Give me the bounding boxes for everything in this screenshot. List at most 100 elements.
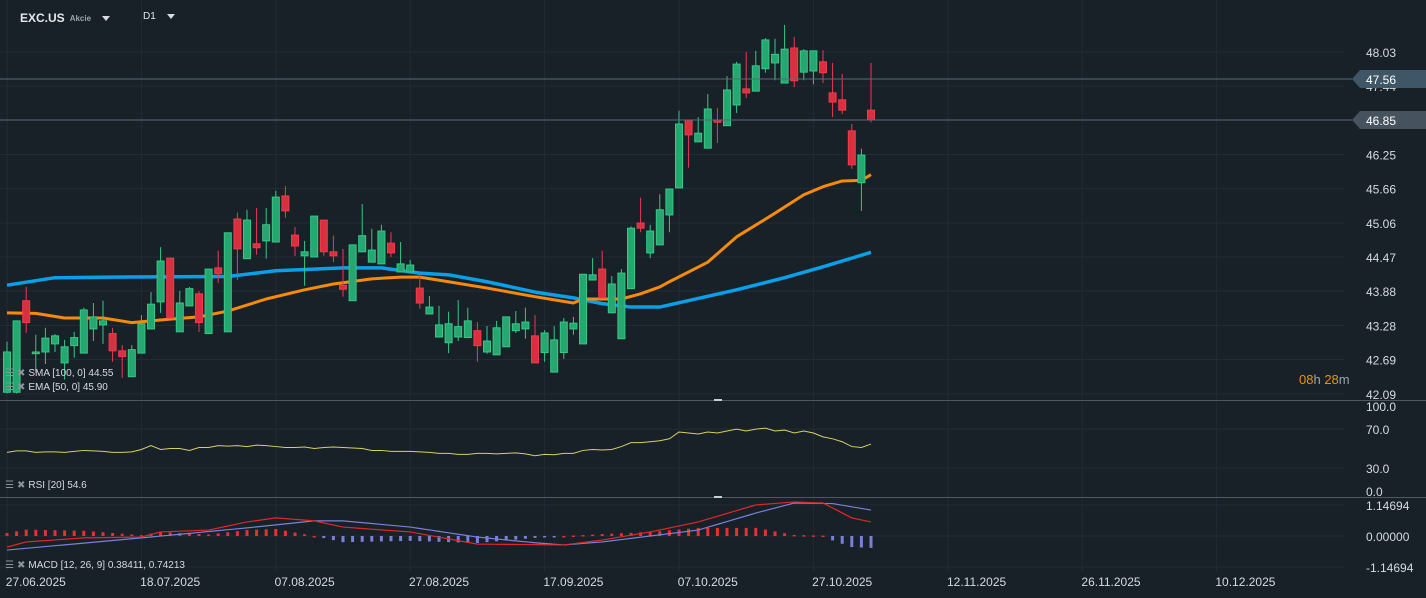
macd-histogram-bar: [552, 536, 556, 538]
ema-50-line: [6, 173, 872, 325]
candle-bearish: [118, 350, 127, 358]
macd-histogram-bar: [600, 534, 604, 536]
rsi-tick-label: 70.0: [1366, 423, 1390, 437]
macd-histogram-bar: [850, 536, 854, 548]
candle-bullish: [675, 123, 683, 189]
price-tick-label: 46.25: [1366, 148, 1396, 162]
candle-bullish: [857, 154, 866, 184]
close-icon[interactable]: ✖: [17, 368, 25, 379]
macd-histogram-bar: [389, 536, 393, 542]
countdown-minutes: 28: [1324, 372, 1339, 387]
candle-bullish: [262, 224, 271, 242]
symbol-selector[interactable]: EXC.US Akcie: [20, 11, 111, 25]
macd-histogram-bar: [821, 535, 825, 538]
rsi-tick-label: 0.0: [1366, 485, 1383, 499]
macd-histogram-bar: [34, 529, 38, 536]
macd-histogram-bar: [754, 527, 758, 536]
candle-bearish: [233, 218, 242, 250]
rsi-tick-label: 100.0: [1366, 400, 1396, 414]
legend-sma-text: SMA [100, 0] 44.55: [28, 368, 114, 379]
symbol-name: EXC.US: [20, 11, 65, 25]
candle-bullish: [732, 63, 741, 106]
candle-bullish: [358, 235, 367, 253]
candle-bullish: [655, 209, 664, 246]
close-icon[interactable]: ✖: [17, 382, 25, 393]
date-tick-label: 07.10.2025: [678, 575, 738, 589]
candle-bullish: [60, 346, 69, 364]
macd-histogram-bar: [735, 527, 739, 536]
macd-histogram-bar: [111, 532, 115, 536]
candle-bullish: [367, 249, 376, 263]
close-icon[interactable]: ✖: [17, 560, 25, 571]
candle-bullish: [300, 251, 309, 257]
candle-bullish: [483, 340, 491, 353]
candle-bearish: [684, 119, 693, 136]
macd-histogram-bar: [869, 536, 873, 548]
price-marker-label: 47.56: [1366, 73, 1396, 87]
candle-bullish: [559, 321, 568, 354]
candle-bullish: [377, 230, 386, 265]
candle-bullish: [771, 53, 779, 64]
candle-bullish: [588, 274, 597, 281]
macd-histogram-bar: [293, 532, 297, 536]
macd-histogram-bar: [283, 530, 287, 536]
price-tick-label: 43.28: [1366, 319, 1396, 333]
candle-bullish: [627, 227, 635, 290]
legend-ema-text: EMA [50, 0] 45.90: [28, 382, 108, 393]
candle-bullish: [694, 132, 703, 143]
candle-bullish: [751, 65, 760, 92]
macd-histogram-bar: [399, 536, 403, 542]
candle-bearish: [291, 234, 299, 247]
macd-histogram-bar: [370, 536, 374, 542]
panel-resize-handle[interactable]: [714, 496, 722, 498]
settings-menu-icon[interactable]: ☰: [5, 480, 14, 491]
chart-canvas[interactable]: 48.0347.4446.2545.6645.0644.4743.8843.28…: [0, 0, 1426, 598]
macd-histogram-bar: [591, 534, 595, 537]
candle-bearish: [415, 287, 424, 304]
candle-bullish: [175, 302, 184, 333]
candle-bullish: [607, 283, 616, 314]
legend-rsi-text: RSI [20] 54.6: [28, 480, 87, 491]
macd-histogram-bar: [207, 534, 211, 537]
countdown-minutes-unit: m: [1338, 372, 1350, 387]
candle-bearish: [636, 222, 645, 229]
macd-histogram-bar: [773, 531, 777, 536]
candle-bullish: [617, 272, 626, 340]
date-tick-label: 26.11.2025: [1081, 575, 1140, 589]
macd-histogram-bar: [226, 532, 230, 536]
candle-bearish: [319, 219, 328, 253]
panel-resize-handle[interactable]: [714, 399, 722, 401]
candle-bearish: [598, 268, 607, 299]
candle-bullish: [761, 39, 770, 70]
candle-bullish: [454, 326, 463, 338]
countdown-hours: 08: [1299, 372, 1314, 387]
candle-bullish: [156, 260, 165, 303]
macd-histogram-bar: [706, 527, 710, 536]
candle-bearish: [329, 251, 338, 257]
candle-bullish: [41, 337, 50, 353]
price-tick-label: 42.69: [1366, 353, 1396, 367]
macd-histogram-bar: [53, 530, 57, 536]
macd-histogram-bar: [255, 529, 259, 536]
candle-bullish: [665, 188, 674, 216]
legend-macd-text: MACD [12, 26, 9] 0.38411, 0.74213: [28, 560, 185, 571]
macd-histogram-bar: [418, 536, 422, 542]
settings-menu-icon[interactable]: ☰: [5, 560, 14, 571]
candle-bullish: [809, 50, 818, 72]
legend-rsi: ☰ ✖ RSI [20] 54.6: [5, 480, 87, 491]
candle-bullish: [799, 50, 808, 73]
candle-bearish: [281, 195, 290, 212]
candle-bullish: [51, 335, 59, 345]
candle-bearish: [339, 284, 347, 290]
close-icon[interactable]: ✖: [17, 480, 25, 491]
settings-menu-icon[interactable]: ☰: [5, 368, 14, 379]
date-tick-label: 27.06.2025: [6, 575, 66, 589]
candle-bearish: [790, 47, 799, 82]
macd-histogram-bar: [72, 530, 76, 536]
candle-bullish: [99, 320, 107, 326]
candle-bullish: [271, 196, 280, 243]
settings-menu-icon[interactable]: ☰: [5, 382, 14, 393]
timeframe-selector[interactable]: D1: [143, 11, 175, 22]
macd-histogram-bar: [571, 535, 575, 538]
macd-histogram-bar: [543, 536, 547, 538]
